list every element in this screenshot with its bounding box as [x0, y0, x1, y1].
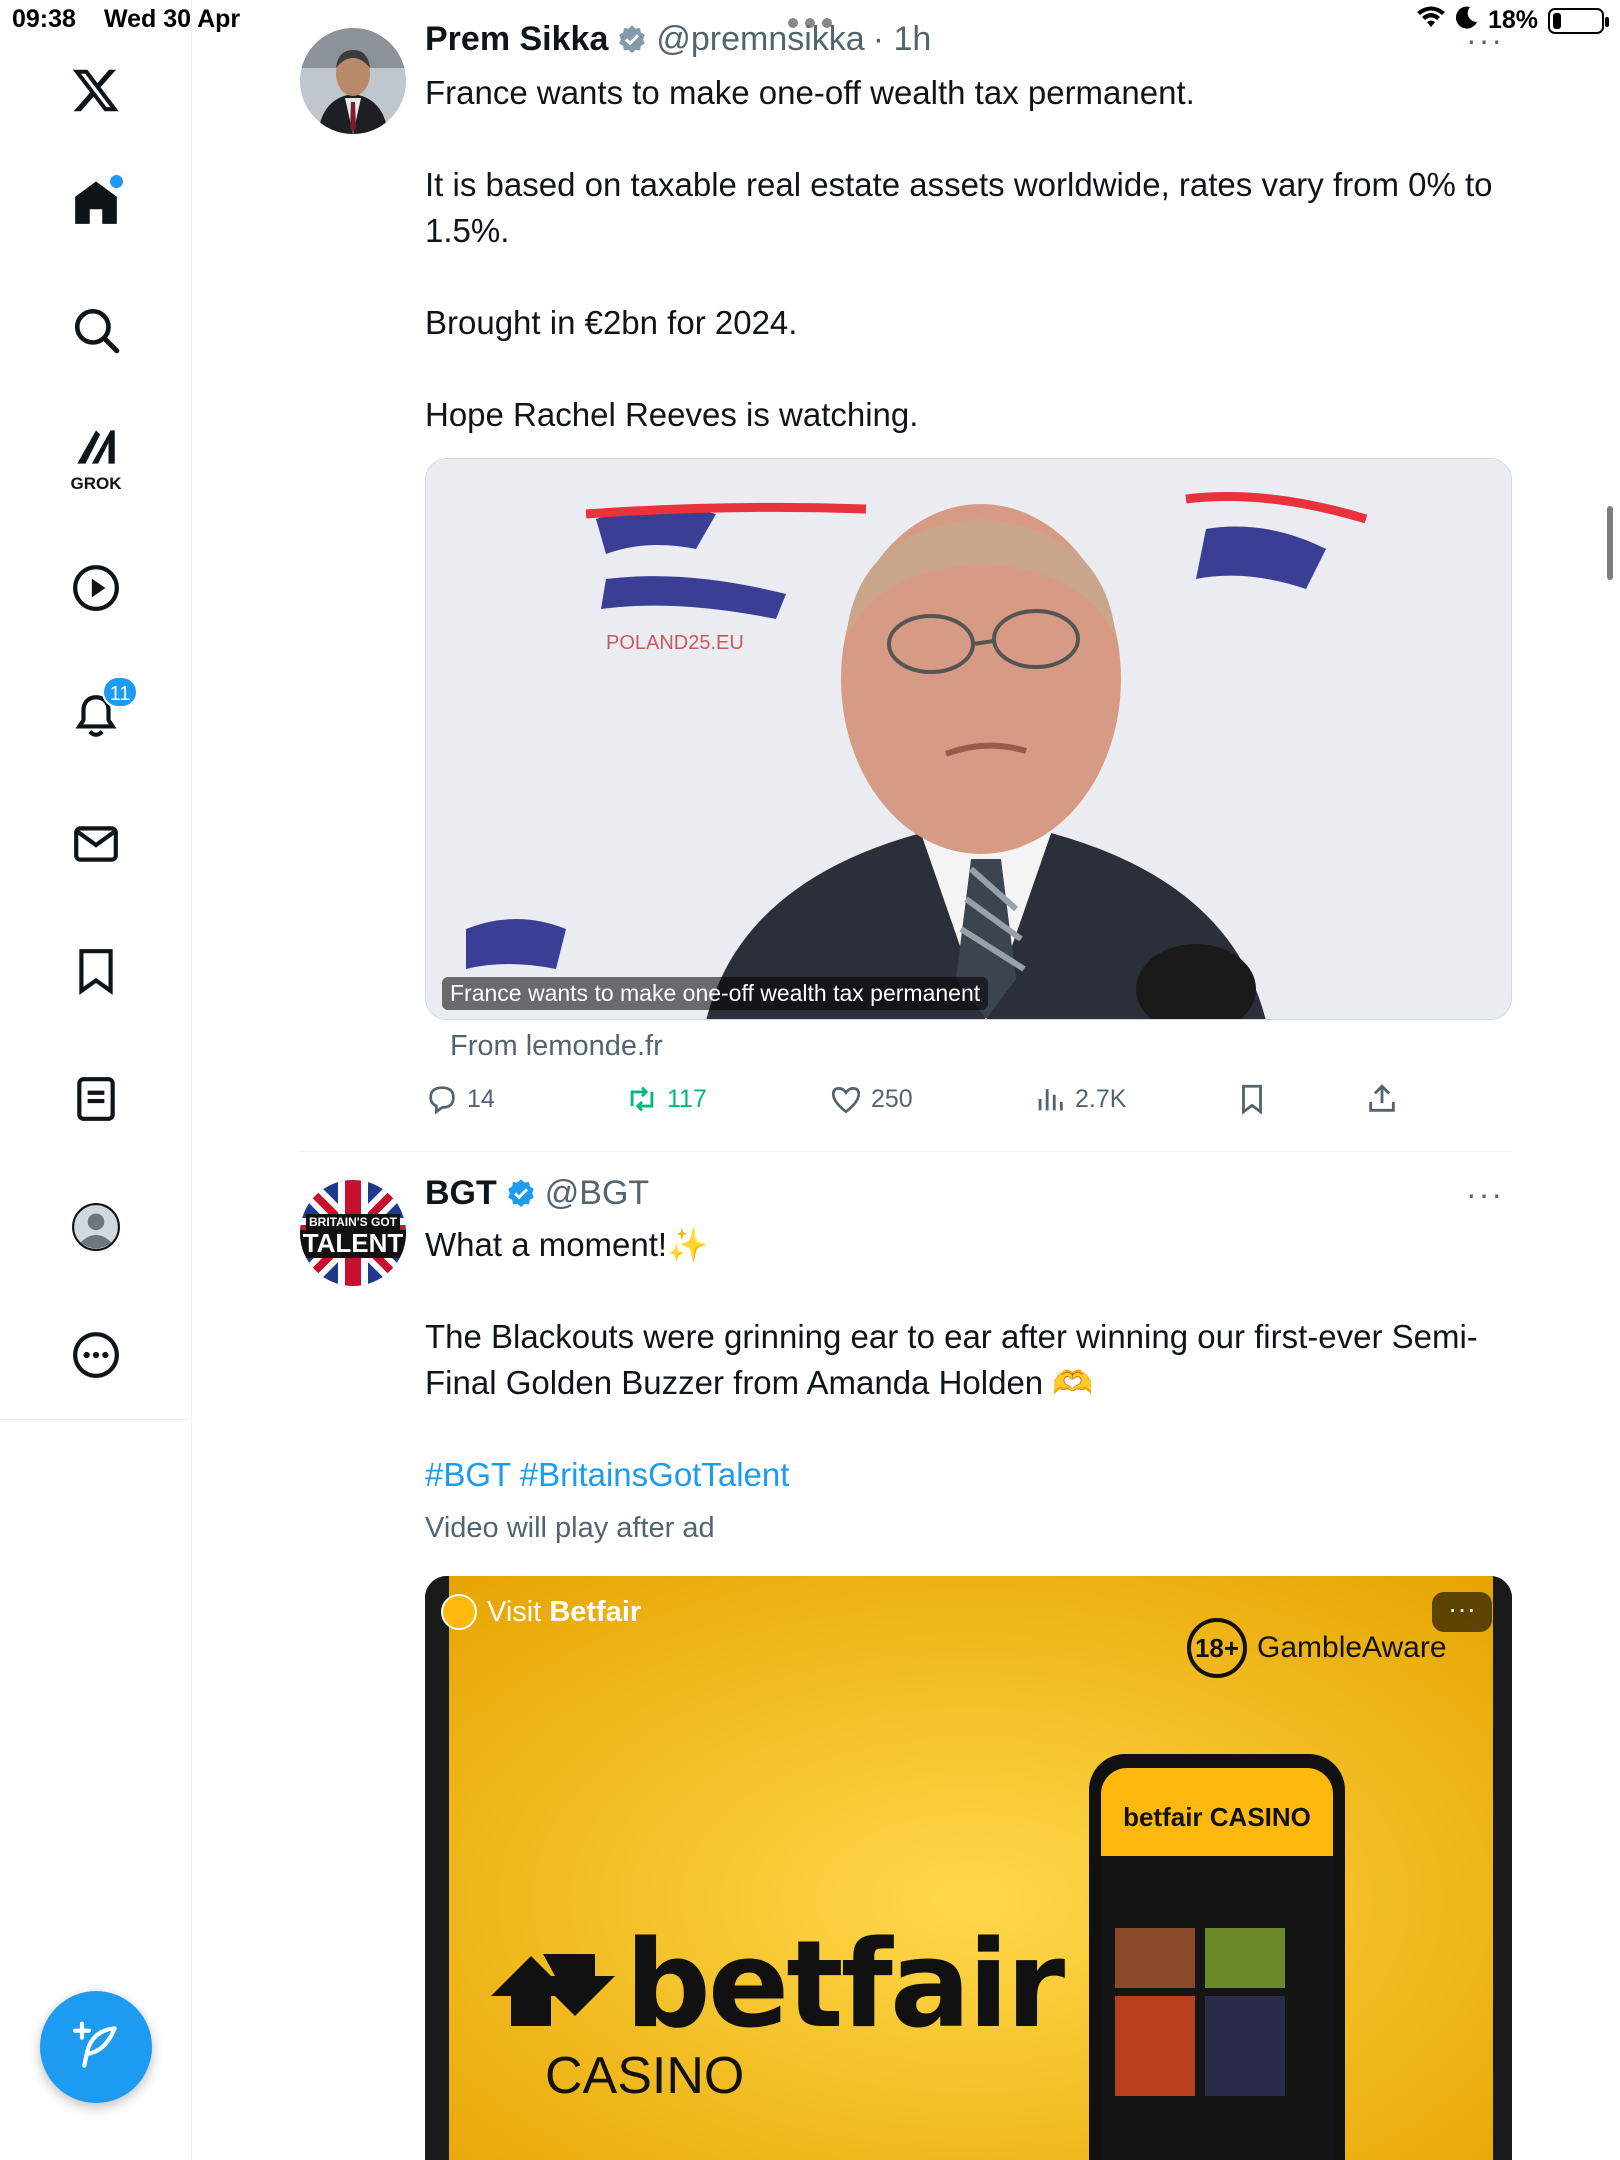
- sidebar-item-more[interactable]: [46, 1305, 146, 1405]
- battery-fill: [1553, 12, 1561, 29]
- sidebar: GROK 11: [0, 0, 192, 2160]
- advertiser-icon: [441, 1594, 477, 1630]
- x-logo-icon[interactable]: [46, 40, 146, 140]
- tweet-header: BGT @BGT: [425, 1174, 649, 1213]
- video-player[interactable]: betfair CASINO Visit Betfair ··· 18+ Gam…: [425, 1576, 1512, 2160]
- reply-button[interactable]: 14: [425, 1082, 495, 1116]
- author-handle[interactable]: @BGT: [545, 1174, 649, 1213]
- battery-icon: [1548, 7, 1609, 34]
- reply-icon: [429, 1086, 455, 1115]
- tweet-header: Prem Sikka @premnsikka · 1h: [425, 20, 931, 59]
- tweet-text-line: It is based on taxable real estate asset…: [425, 166, 1493, 249]
- grok-label: GROK: [70, 474, 122, 493]
- like-count: 250: [871, 1084, 913, 1113]
- sidebar-item-search[interactable]: [46, 280, 146, 380]
- visit-prefix: Visit: [487, 1595, 550, 1628]
- sidebar-item-grok[interactable]: GROK: [46, 408, 146, 508]
- tweet-text-line: France wants to make one-off wealth tax …: [425, 74, 1195, 111]
- sidebar-item-home[interactable]: [46, 153, 146, 253]
- tweet-text-line: The Blackouts were grinning ear to ear a…: [425, 1318, 1478, 1401]
- verified-gray-icon: [619, 24, 646, 53]
- bookmark-button[interactable]: [1235, 1082, 1269, 1116]
- tweet-hashtags[interactable]: #BGT #BritainsGotTalent: [425, 1452, 1505, 1498]
- compose-post-button[interactable]: [40, 1991, 152, 2103]
- sidebar-item-lists[interactable]: [46, 1049, 146, 1149]
- repost-icon: [630, 1086, 654, 1112]
- share-button[interactable]: [1365, 1082, 1399, 1116]
- tweet-text-line: What a moment!✨: [425, 1226, 709, 1263]
- author-handle[interactable]: @premnsikka: [656, 20, 864, 59]
- bookmark-icon: [1242, 1084, 1262, 1115]
- views-button[interactable]: 2.7K: [1033, 1082, 1126, 1116]
- view-count: 2.7K: [1075, 1084, 1127, 1113]
- avatar[interactable]: [300, 28, 406, 134]
- reply-count: 14: [467, 1084, 495, 1113]
- link-card[interactable]: POLAND25.EU France wants to make one-off…: [425, 458, 1512, 1020]
- play-icon: [73, 565, 119, 611]
- svg-text:TALENT: TALENT: [303, 1228, 404, 1258]
- sidebar-item-notifications[interactable]: 11: [46, 666, 146, 766]
- avatar[interactable]: BRITAIN'S GOT TALENT: [300, 1180, 406, 1286]
- author-name[interactable]: Prem Sikka: [425, 20, 608, 59]
- home-unread-dot: [110, 175, 123, 188]
- search-icon: [74, 308, 120, 354]
- list-icon: [77, 1077, 115, 1121]
- sidebar-divider: [0, 1419, 192, 1420]
- card-source[interactable]: From lemonde.fr: [450, 1030, 663, 1063]
- video-ad-notice: Video will play after ad: [425, 1512, 715, 1544]
- bookmark-icon: [79, 949, 113, 995]
- notifications-badge: 11: [102, 676, 138, 708]
- svg-text:betfair CASINO: betfair CASINO: [1123, 1802, 1311, 1832]
- betfair-wordmark: betfair: [625, 1916, 1065, 2055]
- profile-avatar-icon: [72, 1203, 120, 1251]
- more-circle-icon: [73, 1332, 119, 1378]
- tweet-more-button[interactable]: ···: [1466, 1176, 1504, 1213]
- heart-icon: [831, 1087, 861, 1114]
- grok-icon: [77, 430, 115, 464]
- sidebar-item-messages[interactable]: [46, 794, 146, 894]
- verified-blue-icon: [507, 1178, 534, 1207]
- tweet-text: France wants to make one-off wealth tax …: [425, 70, 1505, 484]
- share-icon: [1369, 1084, 1395, 1112]
- tweet-actions: 14 117 250 2.7K: [425, 1082, 1512, 1126]
- betfair-logo: betfair CASINO: [545, 1916, 1065, 2105]
- repost-button[interactable]: 117: [625, 1082, 707, 1116]
- sidebar-item-video[interactable]: [46, 538, 146, 638]
- visit-brand: Betfair: [549, 1595, 642, 1628]
- tweet-more-button[interactable]: ···: [1466, 22, 1504, 59]
- betfair-casino-label: CASINO: [545, 2047, 745, 2105]
- age-badge: 18+: [1187, 1618, 1247, 1678]
- tweet-text-line: Hope Rachel Reeves is watching.: [425, 396, 919, 433]
- envelope-icon: [74, 826, 118, 862]
- svg-text:POLAND25.EU: POLAND25.EU: [606, 632, 744, 654]
- views-icon: [1038, 1089, 1063, 1111]
- tweet-bgt[interactable]: BRITAIN'S GOT TALENT BGT @BGT ··· What a…: [300, 1152, 1512, 2160]
- gamble-aware-label: 18+ GambleAware: [1187, 1618, 1447, 1678]
- author-name[interactable]: BGT: [425, 1174, 497, 1213]
- gamble-aware-text: GambleAware: [1257, 1631, 1447, 1664]
- tweet-text: What a moment!✨ The Blackouts were grinn…: [425, 1222, 1505, 1544]
- scrollbar[interactable]: [1607, 506, 1613, 580]
- compose-feather-icon: [72, 2021, 117, 2068]
- sidebar-item-bookmarks[interactable]: [46, 921, 146, 1021]
- card-caption: France wants to make one-off wealth tax …: [442, 977, 989, 1010]
- sidebar-item-profile[interactable]: [46, 1177, 146, 1277]
- tweet-text-line: Brought in €2bn for 2024.: [425, 304, 798, 341]
- tweet-time[interactable]: · 1h: [873, 20, 932, 59]
- visit-advertiser-link[interactable]: Visit Betfair: [441, 1594, 641, 1630]
- repost-count: 117: [667, 1084, 707, 1113]
- like-button[interactable]: 250: [829, 1082, 913, 1116]
- card-image: POLAND25.EU: [426, 459, 1511, 1019]
- svg-text:BRITAIN'S GOT: BRITAIN'S GOT: [309, 1215, 398, 1229]
- tweet-prem-sikka[interactable]: Prem Sikka @premnsikka · 1h ··· France w…: [300, 0, 1512, 1150]
